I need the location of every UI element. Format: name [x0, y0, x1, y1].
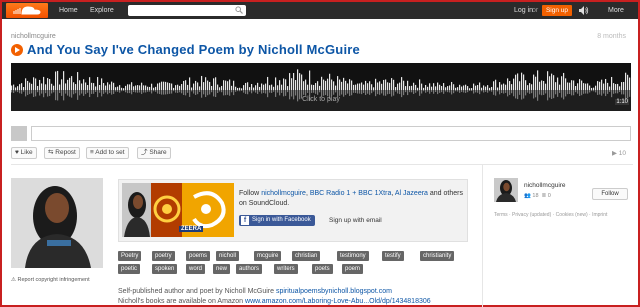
tag-pill[interactable]: poems — [186, 251, 211, 261]
tracks-icon: ≣ — [541, 193, 547, 199]
bbc-radio-thumbnail — [151, 183, 182, 237]
followers-count: 18 — [532, 193, 539, 199]
comment-avatar — [11, 126, 27, 141]
play-count-value: 10 — [618, 150, 626, 157]
click-to-play-label: Click to play — [302, 96, 340, 103]
repost-button[interactable]: ⇆ Repost — [44, 147, 80, 159]
track-title: And You Say I've Changed Poem by Nicholl… — [27, 42, 360, 57]
share-button[interactable]: ⤴ Share — [137, 147, 171, 159]
sidebar-username[interactable]: nichollmcguire — [524, 182, 566, 189]
user-thumbnail — [122, 183, 151, 237]
follow-user-link[interactable]: nichollmcguire — [261, 190, 306, 197]
comment-bar — [11, 124, 631, 142]
heart-icon: ♥ — [15, 149, 19, 156]
tag-pill[interactable]: spoken — [152, 264, 178, 274]
repost-icon: ⇆ — [48, 149, 54, 156]
follow-prefix: Follow — [239, 190, 260, 197]
followers-icon: 👥 — [524, 193, 531, 199]
profile-photo-graphic — [11, 178, 103, 268]
tracks-count: 0 — [547, 193, 551, 199]
profile-picture[interactable] — [11, 178, 103, 268]
like-button[interactable]: ♥ Like — [11, 147, 37, 159]
track-duration: 1:10 — [615, 99, 629, 105]
description-text-2: Nicholl's books are available on Amazon — [118, 298, 244, 305]
tag-pill[interactable]: poets — [312, 264, 333, 274]
sidebar-stats: 👥 18 ≣ 0 — [524, 193, 551, 199]
user-thumbnail-graphic — [122, 183, 151, 237]
tag-pill[interactable]: testimony — [337, 251, 369, 261]
track-username[interactable]: nichollmcguire — [11, 33, 56, 40]
tag-pill[interactable]: writers — [274, 264, 298, 274]
signup-button[interactable]: Sign up — [542, 5, 572, 16]
soundcloud-logo[interactable] — [6, 3, 48, 18]
report-label: Report copyright infringement — [17, 277, 90, 283]
comment-input[interactable] — [31, 126, 631, 141]
tag-pill[interactable]: nicholl — [216, 251, 240, 261]
add-to-set-label: Add to set — [95, 149, 125, 156]
follow-and: and — [429, 190, 442, 197]
search-icon[interactable] — [235, 6, 243, 14]
like-label: Like — [20, 149, 33, 156]
sidebar-follow-button[interactable]: Follow — [592, 188, 628, 200]
tag-pill[interactable]: Poetry — [118, 251, 142, 261]
share-icon: ⤴ — [141, 149, 148, 156]
tag-pill[interactable]: christian — [292, 251, 321, 261]
waveform-graphic — [11, 63, 631, 111]
nav-home[interactable]: Home — [59, 7, 78, 14]
play-button[interactable] — [11, 44, 23, 56]
tag-pill[interactable]: poetic — [118, 264, 141, 274]
facebook-signin-button[interactable]: f Sign in with Facebook — [239, 215, 315, 226]
follow-text: Follow nichollmcguire, BBC Radio 1 + BBC… — [239, 190, 463, 207]
volume-icon[interactable] — [579, 6, 589, 15]
share-label: Share — [149, 149, 167, 156]
tag-pill[interactable]: christianity — [420, 251, 455, 261]
bbc-radio-graphic — [151, 183, 182, 237]
divider — [11, 164, 633, 165]
play-count: ▶ 10 — [612, 149, 626, 157]
footer-links[interactable]: Terms · Privacy (updated) · Cookies (new… — [494, 212, 607, 218]
repost-label: Repost — [55, 149, 76, 156]
follow-aljazeera-link[interactable]: Al Jazeera — [395, 190, 428, 197]
cloud-icon — [13, 6, 41, 15]
description-text-1: Self-published author and poet by Nichol… — [118, 288, 275, 295]
tag-pill[interactable]: testify — [382, 251, 404, 261]
blog-link[interactable]: spiritualpoemsbynicholl.blogspot.com — [276, 288, 392, 295]
warning-icon: ⚠ — [11, 277, 16, 283]
top-navigation-bar: Home Explore Log in or Sign up More — [2, 2, 638, 19]
tag-pill[interactable]: poetry — [152, 251, 175, 261]
search-input[interactable] — [128, 5, 246, 16]
description-line-1: Self-published author and poet by Nichol… — [118, 287, 431, 297]
al-jazeera-label: ZEERA — [179, 226, 204, 232]
amazon-link[interactable]: www.amazon.com/Laboring-Love-Abu...Old/d… — [245, 298, 431, 305]
sidebar-divider — [482, 165, 483, 307]
sidebar-avatar[interactable] — [494, 178, 518, 202]
email-signup-link[interactable]: Sign up with email — [329, 217, 382, 224]
or-text: or — [532, 7, 539, 14]
track-time-ago: 8 months — [597, 33, 626, 40]
play-count-icon: ▶ — [611, 150, 617, 157]
tag-pill[interactable]: new — [213, 264, 231, 274]
sidebar-avatar-graphic — [494, 178, 518, 202]
add-to-set-icon: ≡ — [90, 149, 94, 156]
login-link[interactable]: Log in — [514, 7, 533, 14]
follow-bbc-link[interactable]: BBC Radio 1 + BBC 1Xtra — [310, 190, 392, 197]
follow-suggestion-box: ZEERA Follow nichollmcguire, BBC Radio 1… — [118, 179, 468, 242]
nav-explore[interactable]: Explore — [90, 7, 114, 14]
track-description: Self-published author and poet by Nichol… — [118, 287, 431, 307]
waveform[interactable]: Click to play 1:10 — [11, 63, 631, 111]
facebook-signin-label: Sign in with Facebook — [252, 217, 311, 223]
facebook-icon: f — [241, 216, 249, 225]
tag-pill[interactable]: authors — [236, 264, 263, 274]
tag-pill[interactable]: poem — [342, 264, 364, 274]
description-line-2: Nicholl's books are available on Amazon … — [118, 297, 431, 307]
more-menu[interactable]: More — [608, 7, 624, 14]
tag-pill[interactable]: mcguire — [254, 251, 282, 261]
add-to-set-button[interactable]: ≡ Add to set — [86, 147, 129, 159]
tag-pill[interactable]: word — [186, 264, 206, 274]
report-copyright-link[interactable]: ⚠ Report copyright infringement — [11, 277, 90, 283]
